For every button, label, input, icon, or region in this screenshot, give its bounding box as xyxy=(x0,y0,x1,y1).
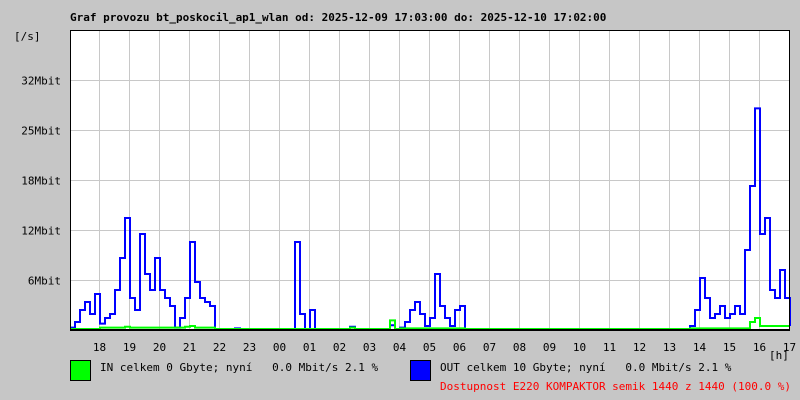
legend-out-label: OUT celkem 10 Gbyte; nyní 0.0 Mbit/s 2.1… xyxy=(440,361,732,374)
x-tick-label: 23 xyxy=(243,341,256,354)
x-tick-label: 19 xyxy=(123,341,136,354)
y-tick-label: 18Mbit xyxy=(21,175,61,188)
chart-title: Graf provozu bt_poskocil_ap1_wlan od: 20… xyxy=(70,11,607,24)
y-tick-label: 12Mbit xyxy=(21,225,61,238)
x-tick-label: 09 xyxy=(543,341,556,354)
x-tick-label: 20 xyxy=(153,341,166,354)
x-tick-label: 22 xyxy=(213,341,226,354)
x-tick-label: 14 xyxy=(693,341,707,354)
traffic-graph: 18 19 20 21 22 23 00 01 02 03 04 05 06 07 08 09 10 11 12 13… xyxy=(0,0,800,400)
legend-in-swatch xyxy=(70,360,91,381)
y-axis-unit: [/s] xyxy=(14,30,41,43)
x-tick-label: 12 xyxy=(633,341,646,354)
x-tick-label: 03 xyxy=(363,341,376,354)
x-tick-label: 13 xyxy=(663,341,676,354)
x-tick-label: 16 xyxy=(753,341,766,354)
x-tick-label: 07 xyxy=(483,341,496,354)
y-tick-label: 6Mbit xyxy=(28,275,61,288)
x-tick-label: 05 xyxy=(423,341,436,354)
x-tick-label: 04 xyxy=(393,341,407,354)
x-tick-label: 02 xyxy=(333,341,346,354)
legend-out-swatch xyxy=(410,360,431,381)
x-axis-unit: [h] xyxy=(769,349,789,362)
x-tick-label: 18 xyxy=(93,341,106,354)
x-tick-label: 11 xyxy=(603,341,616,354)
x-tick-label: 01 xyxy=(303,341,316,354)
x-tick-label: 21 xyxy=(183,341,196,354)
availability-text: Dostupnost E220 KOMPAKTOR semik 1440 z 1… xyxy=(440,380,791,393)
x-tick-label: 08 xyxy=(513,341,526,354)
plot-area: 18 19 20 21 22 23 00 01 02 03 04 05 06 07 08 09 10 11 12 13… xyxy=(21,30,796,354)
x-tick-label: 15 xyxy=(723,341,736,354)
y-tick-label: 25Mbit xyxy=(21,125,61,138)
y-tick-label: 32Mbit xyxy=(21,75,61,88)
x-tick-label: 10 xyxy=(573,341,586,354)
legend-in-label: IN celkem 0 Gbyte; nyní 0.0 Mbit/s 2.1 % xyxy=(100,361,379,374)
x-tick-label: 00 xyxy=(273,341,286,354)
x-tick-label: 06 xyxy=(453,341,466,354)
